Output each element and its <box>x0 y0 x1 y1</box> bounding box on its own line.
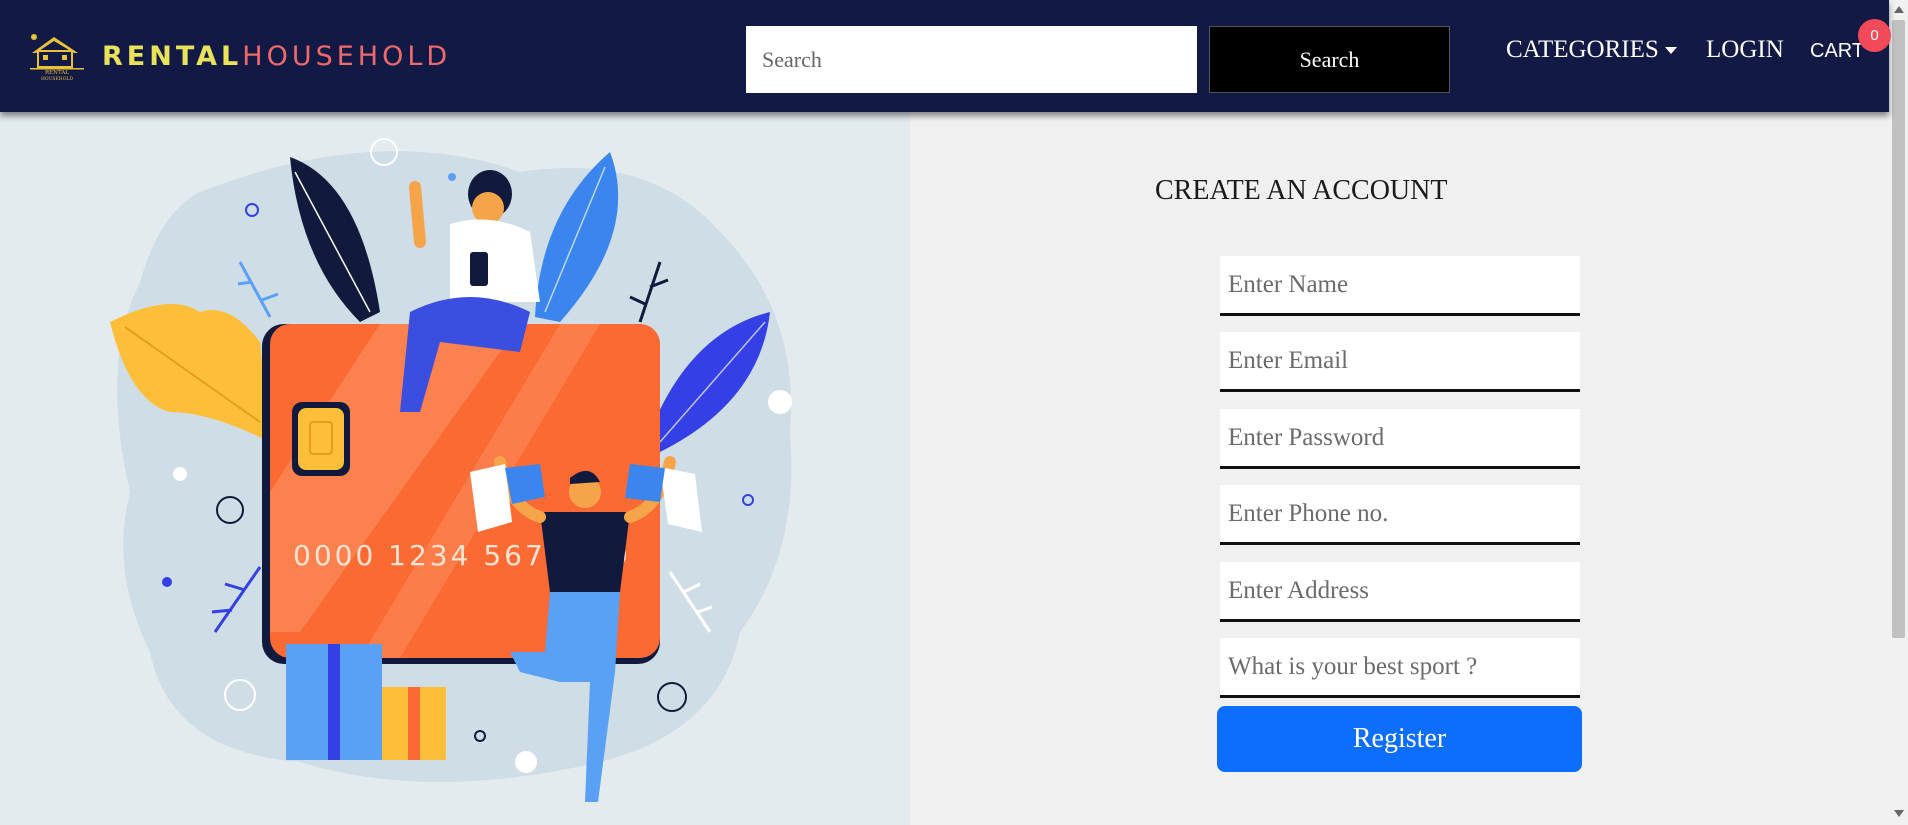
cart-link[interactable]: CART <box>1810 40 1864 63</box>
navbar: RENTAL HOUSEHOLD RENTALHOUSEHOLD Search … <box>0 0 1891 112</box>
shopping-illustration: 0000 1234 5678 9 <box>0 112 910 825</box>
phone-field[interactable] <box>1220 485 1580 545</box>
register-form: CREATE AN ACCOUNT Register <box>910 112 1889 825</box>
form-title: CREATE AN ACCOUNT <box>1155 175 1448 206</box>
scrollbar-thumb[interactable] <box>1892 20 1905 638</box>
name-field[interactable] <box>1220 256 1580 316</box>
logo-caption: RENTAL <box>45 70 69 76</box>
login-link[interactable]: LOGIN <box>1706 36 1784 64</box>
card-number-text: 0000 1234 5678 <box>293 539 567 572</box>
page-scrollbar[interactable] <box>1889 0 1908 825</box>
search-button[interactable]: Search <box>1209 26 1450 93</box>
brand-name: RENTALHOUSEHOLD <box>102 41 451 72</box>
cart-count-badge: 0 <box>1858 19 1891 52</box>
password-field[interactable] <box>1220 409 1580 469</box>
caret-down-icon <box>1664 46 1677 54</box>
svg-text:HOUSEHOLD: HOUSEHOLD <box>41 76 73 81</box>
brand-name-part2: HOUSEHOLD <box>242 40 452 72</box>
register-button[interactable]: Register <box>1217 706 1582 772</box>
scroll-down-arrow-icon[interactable] <box>1894 810 1904 817</box>
categories-dropdown[interactable]: CATEGORIES <box>1506 36 1677 64</box>
categories-label: CATEGORIES <box>1506 36 1659 63</box>
brand[interactable]: RENTAL HOUSEHOLD RENTALHOUSEHOLD <box>28 30 451 82</box>
credit-card-shoppers-illustration: 0000 1234 5678 9 <box>110 138 792 802</box>
brand-name-part1: RENTAL <box>102 40 243 72</box>
email-field[interactable] <box>1220 332 1580 392</box>
security-answer-field[interactable] <box>1220 638 1580 698</box>
scroll-up-arrow-icon[interactable] <box>1894 6 1904 13</box>
address-field[interactable] <box>1220 562 1580 622</box>
search-input[interactable] <box>746 26 1197 93</box>
house-logo-icon: RENTAL HOUSEHOLD <box>30 34 84 81</box>
